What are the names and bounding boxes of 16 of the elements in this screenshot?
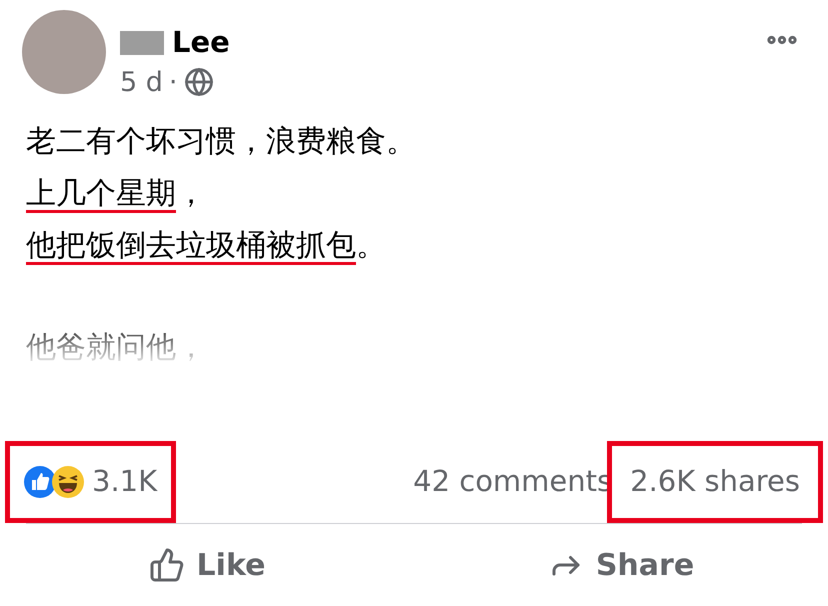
post-text-line: 上几个星期， [26, 175, 207, 213]
post-text-line: 他把饭倒去垃圾桶被抓包。 [26, 227, 387, 265]
author-name[interactable]: Lee [172, 28, 230, 57]
share-button[interactable]: Share [414, 542, 828, 588]
blurred-name-block [120, 30, 164, 54]
post-text-line: 老二有个坏习惯，浪费粮食。 [26, 123, 417, 161]
like-button[interactable]: Like [0, 542, 414, 588]
globe-icon [184, 67, 214, 97]
reaction-count[interactable]: 3.1K [92, 460, 158, 504]
separator-dot: · [168, 68, 178, 96]
like-reaction-icon [24, 466, 56, 498]
thumbs-up-icon [148, 547, 185, 583]
laughing-reaction-icon [52, 466, 84, 498]
share-count[interactable]: 2.6K shares [630, 460, 800, 504]
comment-count[interactable]: 42 comments [413, 460, 612, 504]
post-time[interactable]: 5 d [120, 68, 163, 96]
